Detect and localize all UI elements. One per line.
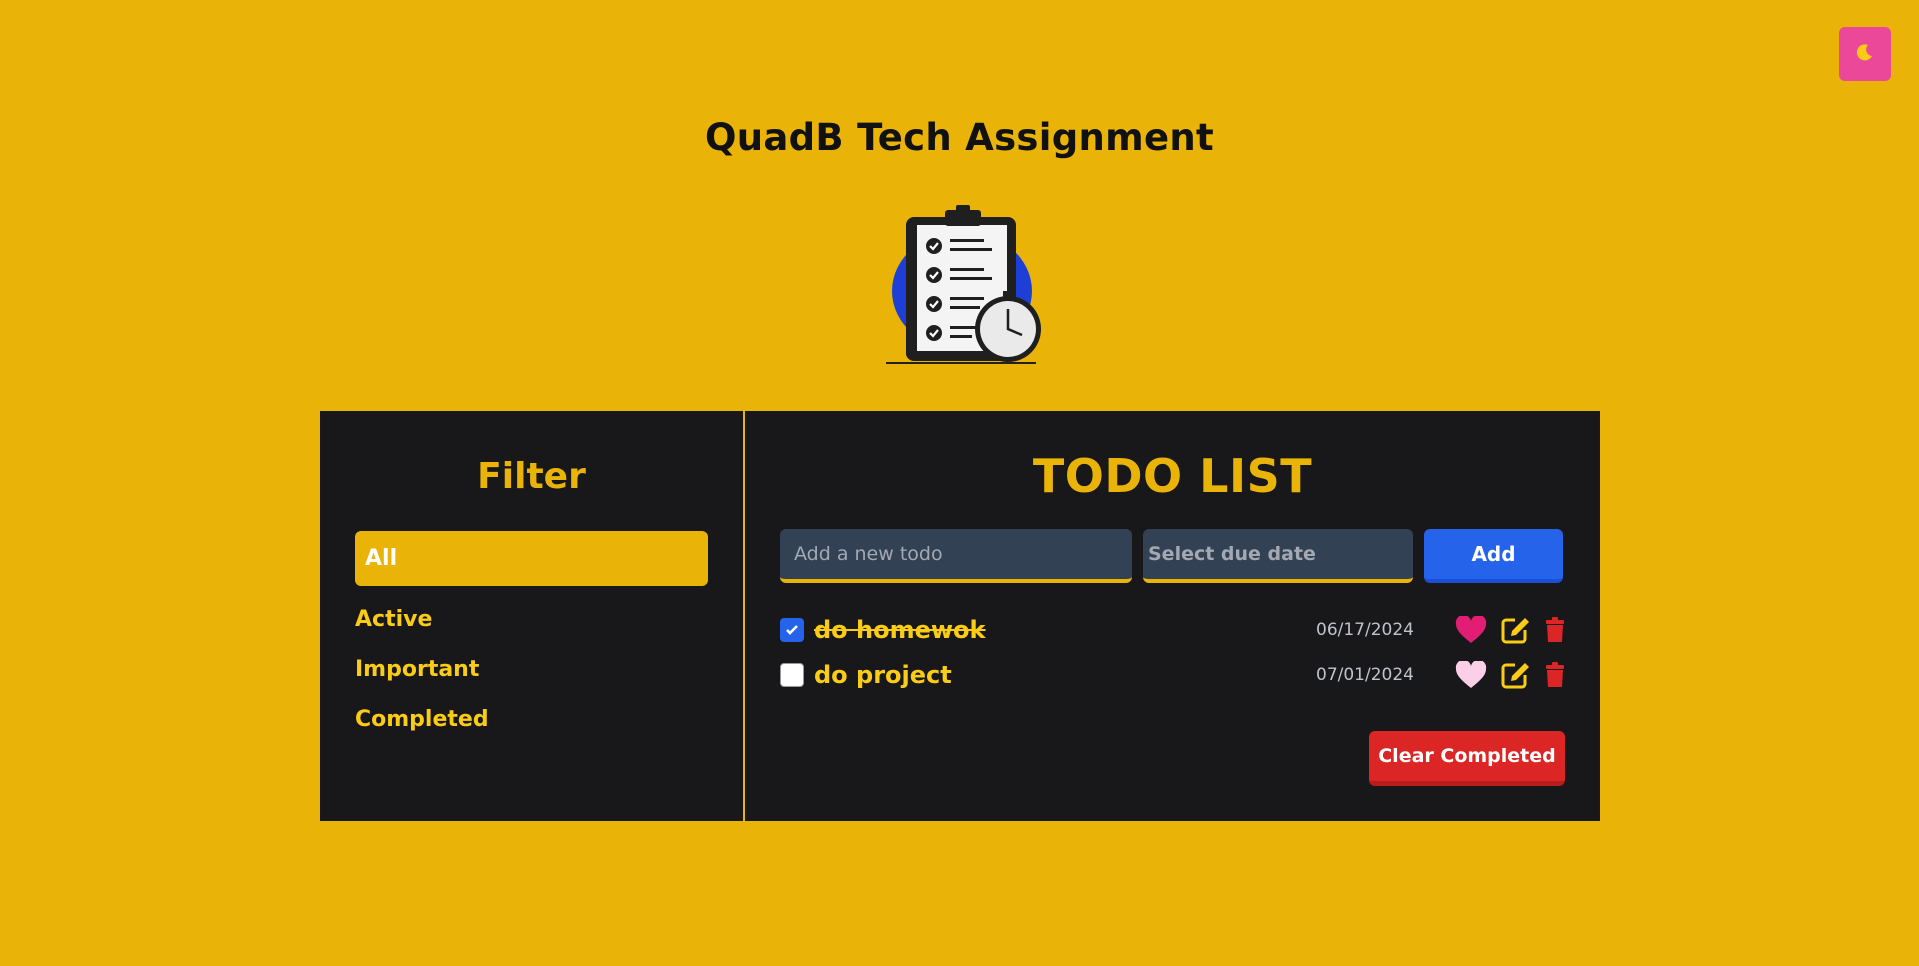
filter-active[interactable]: Active [355,594,708,644]
trash-icon[interactable] [1545,616,1565,643]
theme-toggle-button[interactable] [1839,27,1891,81]
filter-all[interactable]: All [355,531,708,586]
filter-title: Filter [477,456,586,497]
filter-important[interactable]: Important [355,644,708,694]
todo-due-date: 06/17/2024 [1316,619,1414,640]
new-todo-input[interactable] [780,529,1132,583]
todo-panel: Filter All Active Important Completed TO… [320,411,1600,821]
clear-completed-button[interactable]: Clear Completed [1369,731,1565,786]
trash-icon[interactable] [1545,661,1565,688]
todo-due-date: 07/01/2024 [1316,664,1414,685]
add-button[interactable]: Add [1424,529,1563,583]
todo-text: do project [814,660,952,689]
todo-checkbox[interactable] [780,662,804,687]
todo-main: TODO LIST Add do homewok 06/17/2024 [745,411,1600,821]
todo-list: do homewok 06/17/2024 do project 07/01/2… [780,607,1565,697]
todo-text: do homewok [814,615,986,644]
filter-completed[interactable]: Completed [355,694,708,744]
heart-icon[interactable] [1455,660,1487,689]
todo-actions [1441,615,1565,644]
clipboard-clock-illustration [870,205,1050,365]
heart-icon[interactable] [1455,615,1487,644]
todo-item: do project 07/01/2024 [780,652,1565,697]
filter-list: All Active Important Completed [355,531,708,744]
todo-checkbox[interactable] [780,617,804,642]
todo-item: do homewok 06/17/2024 [780,607,1565,652]
filter-sidebar: Filter All Active Important Completed [320,411,745,821]
due-date-input[interactable] [1143,529,1413,583]
todo-list-title: TODO LIST [1032,449,1313,503]
moon-icon [1855,42,1875,66]
todo-actions [1441,660,1565,689]
page-title: QuadB Tech Assignment [704,116,1215,159]
edit-icon[interactable] [1501,616,1531,644]
edit-icon[interactable] [1501,661,1531,689]
add-todo-row: Add [780,529,1565,583]
